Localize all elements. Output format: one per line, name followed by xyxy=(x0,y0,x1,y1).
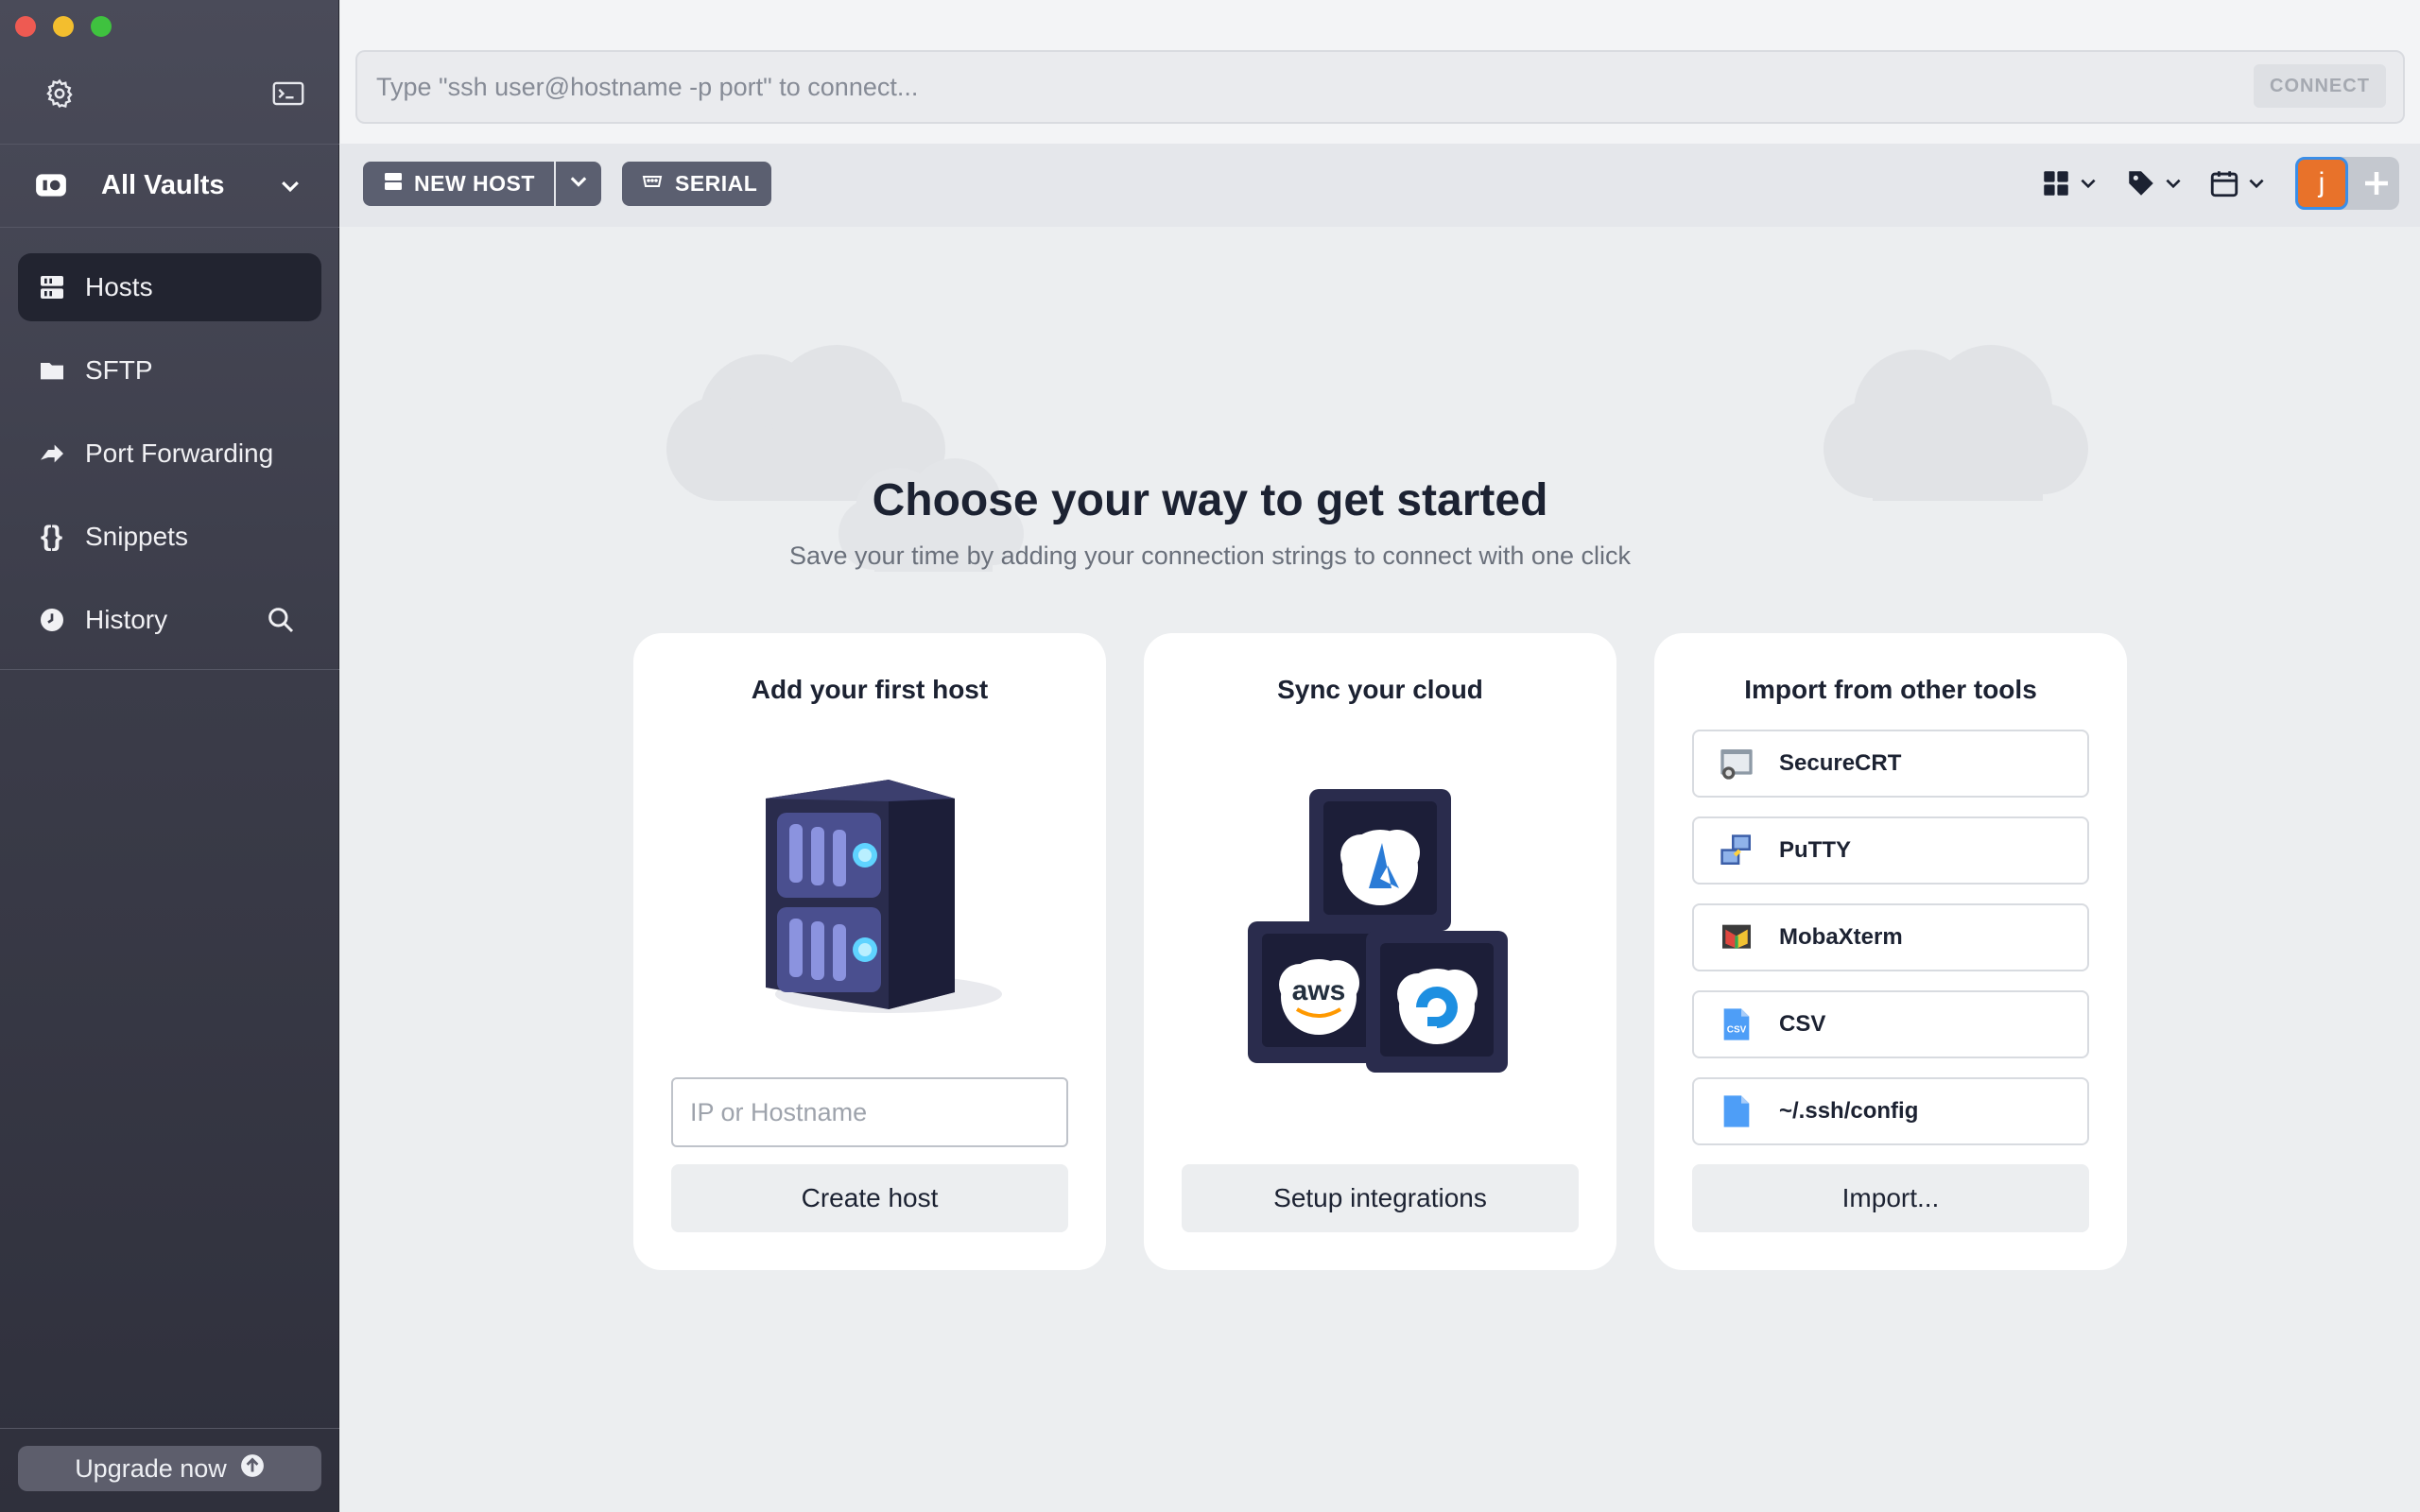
folder-icon xyxy=(0,355,85,386)
csv-file-icon: CSV xyxy=(1694,1005,1779,1043)
upgrade-label: Upgrade now xyxy=(75,1453,227,1483)
divider xyxy=(0,669,339,670)
file-icon xyxy=(1694,1092,1779,1130)
tag-icon xyxy=(2125,167,2157,204)
sidebar-item-label: Hosts xyxy=(85,272,153,301)
sidebar-item-hosts[interactable]: Hosts xyxy=(18,253,321,321)
card-title: Add your first host xyxy=(751,675,989,704)
maximize-window-button[interactable] xyxy=(91,16,112,37)
page-subtitle: Save your time by adding your connection… xyxy=(789,541,1631,570)
import-securecrt[interactable]: SecureCRT xyxy=(1692,730,2089,798)
svg-text:CSV: CSV xyxy=(1727,1024,1747,1035)
vault-selector[interactable]: All Vaults xyxy=(0,151,339,219)
import-item-label: MobaXterm xyxy=(1779,924,1903,950)
close-window-button[interactable] xyxy=(15,16,36,37)
chevron-down-icon xyxy=(2163,173,2184,198)
card-title: Import from other tools xyxy=(1744,675,2037,704)
grid-icon xyxy=(2040,167,2072,204)
chevron-down-icon xyxy=(2246,173,2267,198)
sidebar-item-label: Port Forwarding xyxy=(85,438,274,468)
team-area: j xyxy=(2295,157,2399,210)
minimize-window-button[interactable] xyxy=(53,16,74,37)
calendar-icon xyxy=(2208,167,2240,204)
setup-integrations-button[interactable]: Setup integrations xyxy=(1182,1164,1579,1232)
import-item-label: PuTTY xyxy=(1779,837,1851,863)
hosts-icon xyxy=(0,272,85,302)
upgrade-button[interactable]: Upgrade now xyxy=(18,1446,321,1491)
putty-icon xyxy=(1694,832,1779,869)
cloud-providers-illustration: aws xyxy=(1248,789,1508,1073)
ssh-command-input[interactable]: Type "ssh user@hostname -p port" to conn… xyxy=(355,50,2405,124)
sidebar: All Vaults Hosts SFTP Port Forwarding {}… xyxy=(0,0,339,1512)
gear-icon[interactable] xyxy=(43,77,76,110)
chevron-down-icon xyxy=(567,170,590,198)
import-ssh-config[interactable]: ~/.ssh/config xyxy=(1692,1077,2089,1145)
divider xyxy=(0,1428,339,1429)
ssh-command-placeholder: Type "ssh user@hostname -p port" to conn… xyxy=(376,72,919,101)
card-title: Sync your cloud xyxy=(1277,675,1483,704)
import-item-label: SecureCRT xyxy=(1779,750,1902,776)
sidebar-item-sftp[interactable]: SFTP xyxy=(18,336,321,404)
sort-button[interactable] xyxy=(2208,166,2267,204)
clock-icon xyxy=(0,605,85,635)
chevron-down-icon xyxy=(2078,173,2099,198)
create-host-button[interactable]: Create host xyxy=(671,1164,1068,1232)
add-host-card: Add your first host Create host xyxy=(633,633,1106,1270)
terminal-icon[interactable] xyxy=(271,77,305,110)
page-title: Choose your way to get started xyxy=(872,475,1548,525)
vault-label: All Vaults xyxy=(101,169,225,200)
new-host-button[interactable]: NEW HOST xyxy=(363,162,554,206)
import-item-label: ~/.ssh/config xyxy=(1779,1098,1919,1124)
sync-cloud-card: Sync your cloud aws Setup integrations xyxy=(1144,633,1616,1270)
avatar[interactable]: j xyxy=(2295,157,2348,210)
import-card: Import from other tools SecureCRT PuTTY … xyxy=(1654,633,2127,1270)
vault-icon xyxy=(0,170,101,200)
divider xyxy=(0,144,339,145)
chevron-down-icon xyxy=(278,174,302,206)
port-forward-icon xyxy=(0,438,85,469)
hostname-input[interactable] xyxy=(671,1077,1068,1147)
connect-button[interactable]: CONNECT xyxy=(2254,64,2386,108)
sidebar-item-label: SFTP xyxy=(85,355,153,385)
import-button[interactable]: Import... xyxy=(1692,1164,2089,1232)
import-putty[interactable]: PuTTY xyxy=(1692,816,2089,885)
mobaxterm-icon xyxy=(1694,919,1779,956)
import-mobaxterm[interactable]: MobaXterm xyxy=(1692,903,2089,971)
serial-port-icon xyxy=(641,170,664,198)
add-member-icon[interactable] xyxy=(2360,166,2394,200)
hosts-icon xyxy=(382,170,405,198)
import-item-label: CSV xyxy=(1779,1011,1826,1037)
serial-label: SERIAL xyxy=(675,171,758,196)
import-csv[interactable]: CSV CSV xyxy=(1692,990,2089,1058)
arrow-up-circle-icon xyxy=(240,1453,265,1485)
server-illustration xyxy=(766,780,1002,1013)
serial-button[interactable]: SERIAL xyxy=(622,162,771,206)
divider xyxy=(0,227,339,228)
new-host-dropdown-button[interactable] xyxy=(556,162,601,206)
sidebar-item-history[interactable]: History xyxy=(18,586,321,654)
new-host-label: NEW HOST xyxy=(414,171,535,196)
svg-text:aws: aws xyxy=(1292,975,1346,1006)
tags-filter-button[interactable] xyxy=(2125,166,2184,204)
view-mode-button[interactable] xyxy=(2040,166,2099,204)
securecrt-icon xyxy=(1694,745,1779,782)
search-icon[interactable] xyxy=(266,605,296,642)
